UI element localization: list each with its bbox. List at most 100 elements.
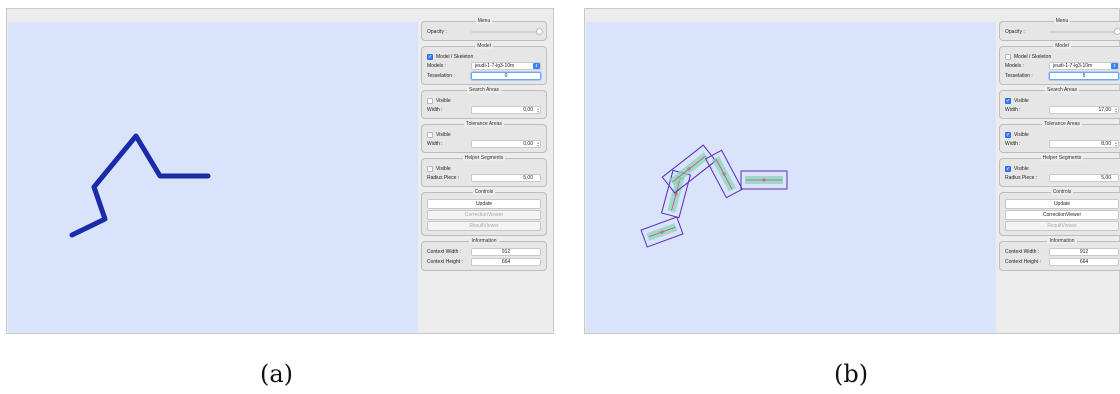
search-visible-checkbox[interactable]: ✓ xyxy=(1005,97,1011,104)
opacity-label: Opacity : xyxy=(1005,29,1025,35)
drawing-canvas[interactable] xyxy=(8,22,418,333)
tesselation-label: Tesselation : xyxy=(427,73,455,79)
models-select[interactable]: jeudi-1-7-lg3-10m ⇕ xyxy=(471,62,541,70)
context-height-label: Context Height : xyxy=(427,259,463,265)
correction-viewer-button[interactable]: CorrectionViewer xyxy=(1005,210,1119,220)
tolerance-width-value: 8,00 xyxy=(1101,141,1111,147)
opacity-slider[interactable] xyxy=(1049,28,1120,35)
menu-title: Menu xyxy=(1053,18,1071,24)
search-width-input[interactable]: 17,00 ▴ ▾ xyxy=(1049,106,1119,114)
tolerance-visible-checkbox[interactable]: ✓ xyxy=(1005,131,1011,138)
controls-group: Controls Update CorrectionViewer ResultV… xyxy=(421,189,547,236)
radius-piece-label: Radius Piece : xyxy=(1005,175,1038,181)
model-skeleton-checkbox[interactable]: ✓ xyxy=(427,53,433,60)
helper-segments-title: Helper Segments xyxy=(1040,155,1084,161)
segment-5 xyxy=(740,170,788,190)
helper-segments-group: Helper Segments Visible Radius Piece : 5… xyxy=(421,155,547,187)
chevron-updown-icon: ⇕ xyxy=(533,63,540,69)
model-skeleton-checkbox[interactable] xyxy=(1005,53,1011,60)
skeleton-drawing xyxy=(69,133,211,238)
slider-knob[interactable] xyxy=(1114,28,1120,35)
search-visible-checkbox[interactable] xyxy=(427,97,433,104)
result-viewer-button[interactable]: ResultViewer xyxy=(1005,221,1119,231)
information-group: Information Context Width : 912 Context … xyxy=(421,238,547,271)
control-panel: Menu Opacity : Model Model / Skeleton Mo… xyxy=(999,18,1120,276)
helper-visible-label: Visible xyxy=(1014,165,1029,172)
app-window-a: Menu Opacity : Model ✓ Model / Skeleton M… xyxy=(6,8,554,334)
model-title: Model xyxy=(475,43,493,49)
tolerance-width-label: Width : xyxy=(1005,141,1021,147)
tolerance-width-input[interactable]: 0,00 ▴ ▾ xyxy=(471,140,541,148)
menu-group: Menu Opacity : xyxy=(999,18,1120,41)
context-width-value: 912 xyxy=(1079,249,1089,255)
stepper-icon[interactable]: ▴ ▾ xyxy=(537,107,539,114)
caption-a: (a) xyxy=(260,360,294,388)
models-label: Models : xyxy=(427,63,446,69)
radius-piece-value: 5,00 xyxy=(1101,175,1111,181)
helper-segment xyxy=(672,155,706,183)
search-areas-title: Search Areas xyxy=(466,87,502,93)
search-visible-label: Visible xyxy=(436,97,451,104)
search-visible-label: Visible xyxy=(1014,97,1029,104)
update-button[interactable]: Update xyxy=(1005,199,1119,209)
segment-1 xyxy=(640,216,684,248)
radius-piece-value: 5,00 xyxy=(523,175,533,181)
radius-piece-label: Radius Piece : xyxy=(427,175,460,181)
context-height-label: Context Height : xyxy=(1005,259,1041,265)
helper-visible-label: Visible xyxy=(436,165,451,172)
models-value: jeudi-1-7-lg3-10m xyxy=(475,63,515,69)
segment-3 xyxy=(661,144,717,194)
menu-title: Menu xyxy=(475,18,493,24)
context-height-field: 664 xyxy=(471,258,541,266)
information-title: Information xyxy=(469,238,499,244)
slider-knob[interactable] xyxy=(536,28,543,35)
caption-b: (b) xyxy=(834,360,869,388)
tolerance-areas-group: Tolerance Areas ✓ Visible Width : 8,00 ▴ ▾ xyxy=(999,121,1120,153)
model-title: Model xyxy=(1053,43,1071,49)
tolerance-visible-label: Visible xyxy=(436,131,451,138)
helper-segment xyxy=(715,158,733,190)
areas-drawing xyxy=(640,144,788,248)
context-height-value: 664 xyxy=(1079,259,1089,265)
search-areas-group: Search Areas Visible Width : 0,00 ▴ ▾ xyxy=(421,87,547,119)
helper-visible-checkbox[interactable]: ✓ xyxy=(1005,165,1011,172)
controls-title: Controls xyxy=(472,189,496,195)
correction-viewer-button[interactable]: CorrectionViewer xyxy=(427,210,541,220)
skeleton-path xyxy=(69,133,211,238)
chevron-updown-icon: ⇕ xyxy=(1111,63,1118,69)
segment-4 xyxy=(705,149,743,199)
context-width-field: 912 xyxy=(1049,248,1119,256)
model-skeleton-label: Model / Skeleton xyxy=(1014,53,1052,60)
drawing-canvas[interactable] xyxy=(586,22,996,333)
helper-segments-group: Helper Segments ✓ Visible Radius Piece : … xyxy=(999,155,1120,187)
tolerance-visible-checkbox[interactable] xyxy=(427,131,433,138)
controls-group: Controls Update CorrectionViewer ResultV… xyxy=(999,189,1120,236)
helper-visible-checkbox[interactable] xyxy=(427,165,433,172)
search-width-input[interactable]: 0,00 ▴ ▾ xyxy=(471,106,541,114)
app-window-b: Menu Opacity : Model Model / Skeleton Mo… xyxy=(584,8,1120,334)
radius-piece-input[interactable]: 5,00 xyxy=(1049,174,1119,182)
tesselation-input[interactable]: 5 xyxy=(1049,72,1119,80)
tesselation-label: Tesselation : xyxy=(1005,73,1033,79)
tesselation-value: 5 xyxy=(1082,73,1086,79)
control-panel: Menu Opacity : Model ✓ Model / Skeleton M… xyxy=(421,18,547,276)
opacity-label: Opacity : xyxy=(427,29,447,35)
controls-title: Controls xyxy=(1050,189,1074,195)
radius-piece-input[interactable]: 5,00 xyxy=(471,174,541,182)
information-title: Information xyxy=(1047,238,1077,244)
tolerance-width-value: 0,00 xyxy=(523,141,533,147)
tolerance-visible-label: Visible xyxy=(1014,131,1029,138)
opacity-slider[interactable] xyxy=(471,28,543,35)
context-height-value: 664 xyxy=(501,259,511,265)
search-width-label: Width : xyxy=(427,107,443,113)
stepper-icon[interactable]: ▴ ▾ xyxy=(1115,107,1117,114)
stepper-icon[interactable]: ▴ ▾ xyxy=(1115,141,1117,148)
tolerance-width-input[interactable]: 8,00 ▴ ▾ xyxy=(1049,140,1119,148)
stepper-icon[interactable]: ▴ ▾ xyxy=(537,141,539,148)
models-select[interactable]: jeudi-1-7-lg3-10m ⇕ xyxy=(1049,62,1119,70)
search-areas-title: Search Areas xyxy=(1044,87,1080,93)
tolerance-areas-title: Tolerance Areas xyxy=(1042,121,1082,127)
result-viewer-button[interactable]: ResultViewer xyxy=(427,221,541,231)
tesselation-input[interactable]: 0 xyxy=(471,72,541,80)
update-button[interactable]: Update xyxy=(427,199,541,209)
